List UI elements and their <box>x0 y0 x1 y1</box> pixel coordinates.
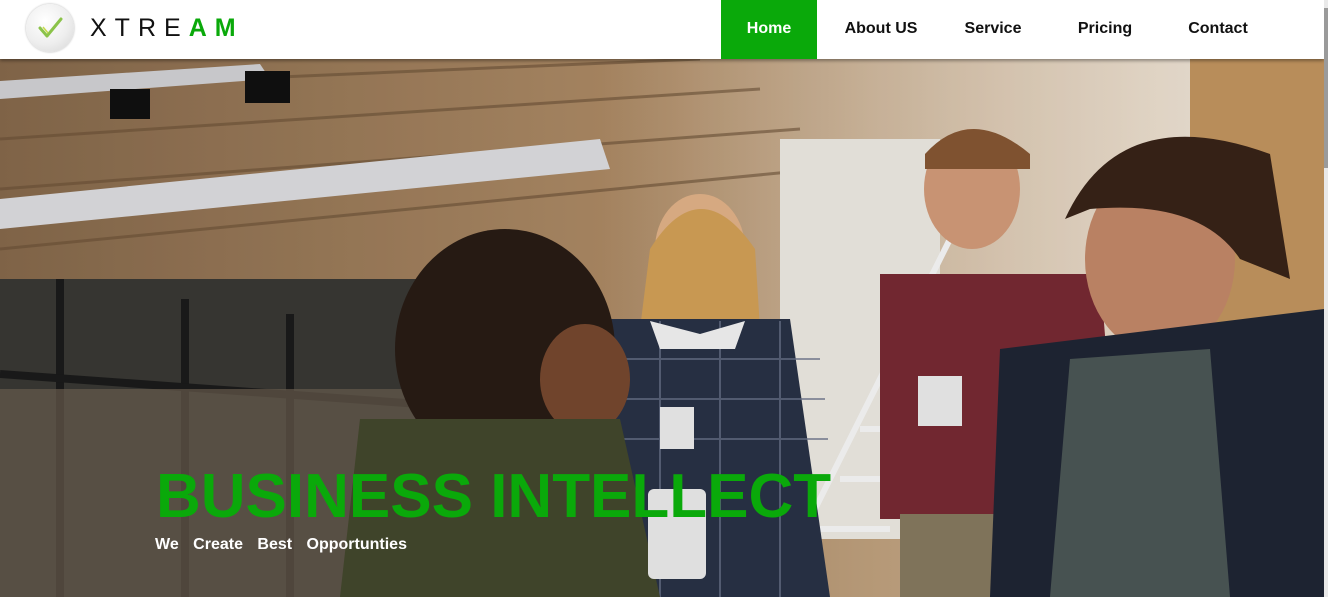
brand-logo[interactable] <box>26 4 74 52</box>
page-scrollbar[interactable] <box>1324 0 1328 597</box>
nav-pricing[interactable]: Pricing <box>1041 0 1169 59</box>
brand-name-part1: XTRE <box>90 14 189 42</box>
checkmark-icon <box>38 17 63 38</box>
hero-subtitle: We Create Best Opportunties <box>155 536 407 553</box>
nav-contact[interactable]: Contact <box>1169 0 1267 59</box>
nav-home[interactable]: Home <box>721 0 817 59</box>
nav-service[interactable]: Service <box>945 0 1041 59</box>
main-nav: Home About US Service Pricing Contact <box>721 0 1267 59</box>
brand-name-part2: AM <box>188 14 244 42</box>
hero-title: BUSINESS INTELLECT <box>156 462 832 531</box>
scrollbar-thumb[interactable] <box>1324 8 1328 168</box>
hero-section: BUSINESS INTELLECT We Create Best Opport… <box>0 59 1324 597</box>
brand-name[interactable]: XTREAM <box>90 14 244 43</box>
top-navbar: XTREAM Home About US Service Pricing Con… <box>0 0 1324 59</box>
nav-about-us[interactable]: About US <box>817 0 945 59</box>
